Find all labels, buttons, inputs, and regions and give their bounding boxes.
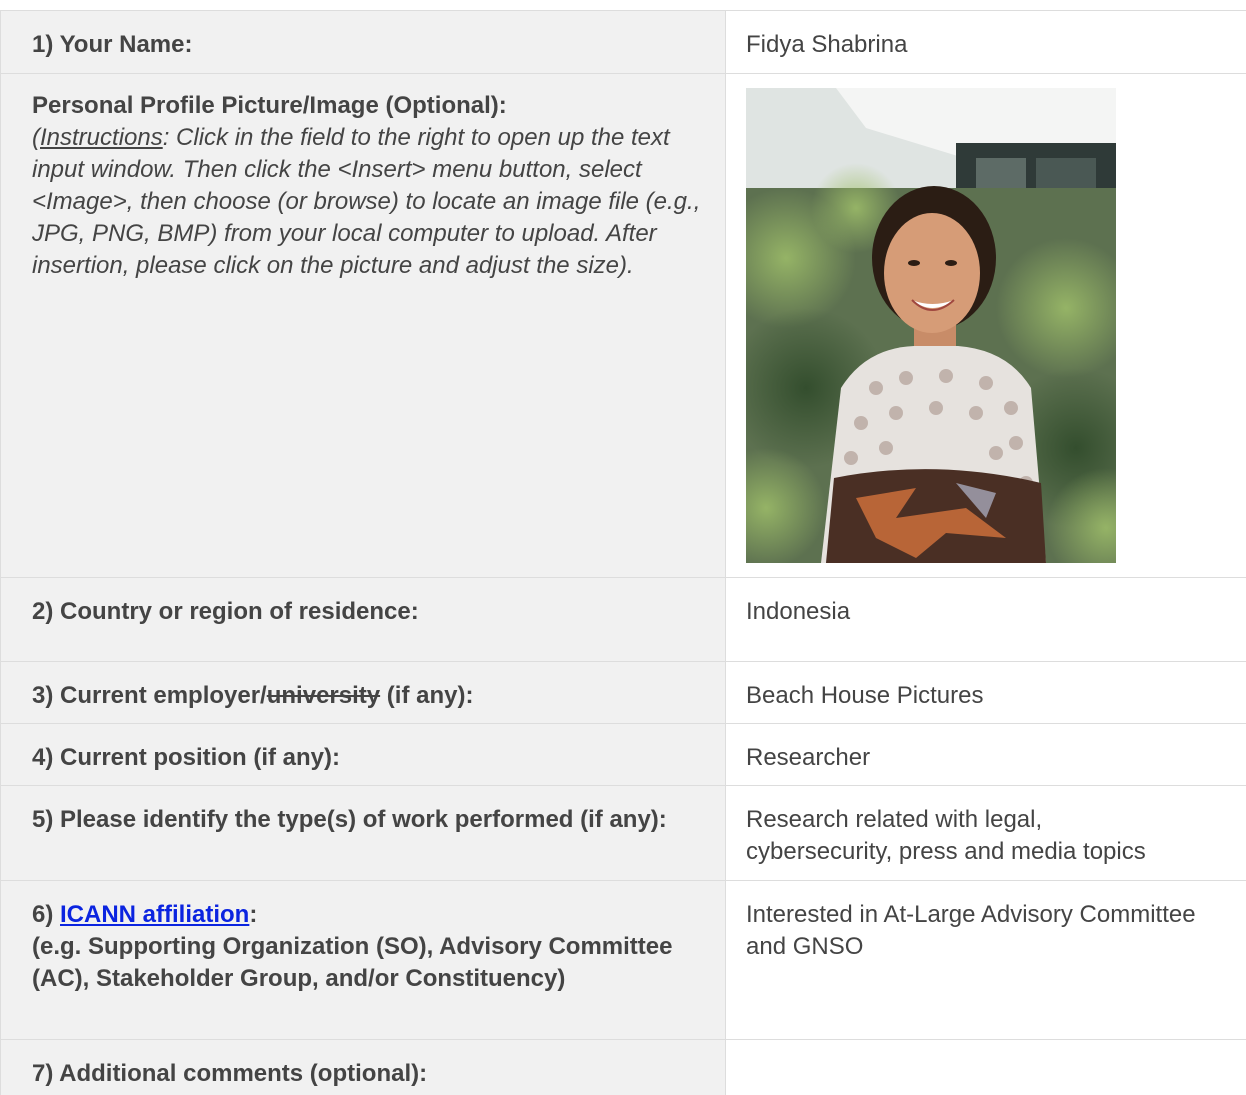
row-work: 5) Please identify the type(s) of work p… bbox=[0, 785, 1246, 881]
picture-value-cell[interactable] bbox=[725, 73, 1246, 578]
picture-label-cell: Personal Profile Picture/Image (Optional… bbox=[0, 73, 726, 578]
country-value-text: Indonesia bbox=[746, 598, 851, 625]
employer-label-prefix: 3) Current employer/ bbox=[32, 682, 267, 709]
picture-instructions: (Instructions: Click in the field to the… bbox=[32, 122, 705, 282]
affiliation-label-prefix: 6) bbox=[32, 901, 61, 928]
work-value-line2: cybersecurity, press and media topics bbox=[746, 838, 1146, 865]
affiliation-label: 6) ICANN affiliation: bbox=[32, 899, 705, 931]
row-affiliation: 6) ICANN affiliation: (e.g. Supporting O… bbox=[0, 880, 1246, 1040]
comments-value[interactable] bbox=[725, 1039, 1246, 1095]
comments-label: 7) Additional comments (optional): bbox=[0, 1039, 726, 1095]
name-label: 1) Your Name: bbox=[0, 10, 726, 74]
application-form: 1) Your Name: Fidya Shabrina Personal Pr… bbox=[0, 10, 1246, 1095]
affiliation-value-prefix: Interested in bbox=[746, 901, 884, 928]
instructions-open: ( bbox=[32, 124, 40, 151]
country-label: 2) Country or region of residence: bbox=[0, 577, 726, 662]
position-label: 4) Current position (if any): bbox=[0, 723, 726, 786]
employer-value[interactable]: Beach House Pictures bbox=[725, 661, 1246, 724]
row-position: 4) Current position (if any): Researcher bbox=[0, 723, 1246, 786]
row-name: 1) Your Name: Fidya Shabrina bbox=[0, 10, 1246, 74]
affiliation-label-suffix: : bbox=[249, 901, 258, 928]
affiliation-label-cell: 6) ICANN affiliation: (e.g. Supporting O… bbox=[0, 880, 726, 1040]
icann-affiliation-link[interactable]: ICANN affiliation bbox=[60, 901, 249, 928]
employer-value-text: Beach House Pictures bbox=[746, 682, 984, 709]
affiliation-detail: (e.g. Supporting Organization (SO), Advi… bbox=[32, 933, 673, 992]
row-country: 2) Country or region of residence: Indon… bbox=[0, 577, 1246, 662]
position-value-text: Researcher bbox=[746, 744, 871, 771]
affiliation-value[interactable]: Interested in At-Large Advisory Committe… bbox=[725, 880, 1246, 1040]
name-value[interactable]: Fidya Shabrina bbox=[725, 10, 1246, 74]
profile-photo bbox=[746, 88, 1116, 563]
picture-label: Personal Profile Picture/Image (Optional… bbox=[32, 92, 507, 119]
name-value-text: Fidya Shabrina bbox=[746, 31, 908, 58]
row-employer: 3) Current employer/university (if any):… bbox=[0, 661, 1246, 724]
country-value[interactable]: Indonesia bbox=[725, 577, 1246, 662]
row-comments: 7) Additional comments (optional): bbox=[0, 1039, 1246, 1095]
row-picture: Personal Profile Picture/Image (Optional… bbox=[0, 73, 1246, 578]
employer-label-struck: university bbox=[266, 682, 381, 709]
work-label: 5) Please identify the type(s) of work p… bbox=[0, 785, 726, 881]
form-table: 1) Your Name: Fidya Shabrina Personal Pr… bbox=[0, 10, 1246, 1095]
employer-label-suffix: (if any): bbox=[380, 682, 474, 709]
employer-label: 3) Current employer/university (if any): bbox=[0, 661, 726, 724]
work-value[interactable]: Research related with legal, cybersecuri… bbox=[725, 785, 1246, 881]
position-value[interactable]: Researcher bbox=[725, 723, 1246, 786]
profile-photo-illustration bbox=[746, 88, 1116, 563]
instructions-word: Instructions bbox=[40, 124, 163, 151]
work-value-line1: Research related with legal, bbox=[746, 806, 1043, 833]
